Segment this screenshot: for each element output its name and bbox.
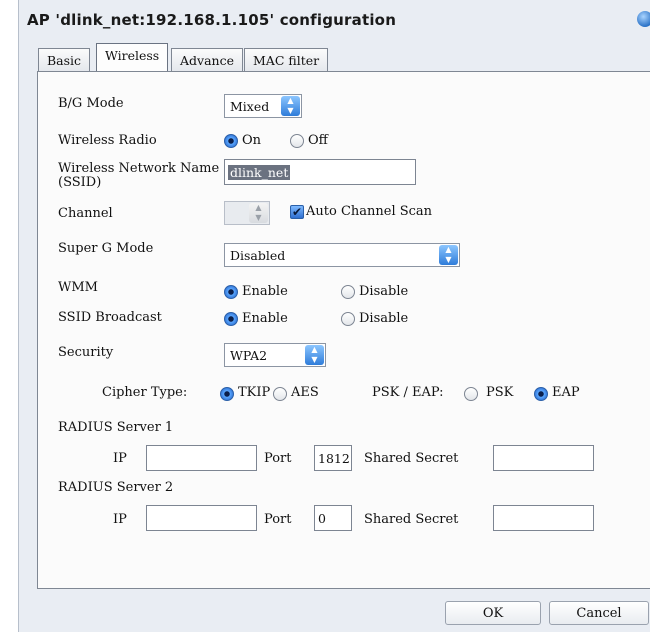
up-down-arrows-icon: ▲ ▼ xyxy=(439,245,458,265)
radius-2-shared-secret-label: Shared Secret xyxy=(364,512,459,527)
radio-off-button[interactable] xyxy=(290,134,304,148)
radius-server-2-label: RADIUS Server 2 xyxy=(58,480,174,495)
tab-basic[interactable]: Basic xyxy=(38,48,91,72)
psk-label: PSK xyxy=(486,385,514,400)
ssid-label-sub: (SSID) xyxy=(58,175,102,190)
channel-select[interactable]: ▲ ▼ xyxy=(224,201,270,225)
radius-1-port-label: Port xyxy=(264,451,292,466)
checkmark-icon: ✔ xyxy=(291,205,303,219)
wireless-panel: B/G Mode Mixed ▲ ▼ Wireless Radio On Off … xyxy=(37,71,650,589)
ssid-broadcast-enable-label: Enable xyxy=(242,311,288,326)
super-g-mode-select[interactable]: Disabled ▲ ▼ xyxy=(224,243,460,267)
ssid-broadcast-disable-label: Disable xyxy=(359,311,409,326)
security-label: Security xyxy=(58,345,114,360)
radius-2-shared-secret-input[interactable] xyxy=(493,505,594,531)
bg-mode-value: Mixed xyxy=(230,99,270,114)
cipher-aes-radio[interactable] xyxy=(273,387,287,401)
ssid-label: Wireless Network Name xyxy=(58,161,220,176)
radio-on-label: On xyxy=(242,133,262,148)
radius-2-ip-label: IP xyxy=(113,512,127,527)
radius-1-port-input[interactable]: 1812 xyxy=(314,445,352,471)
security-value: WPA2 xyxy=(230,348,268,363)
radio-off-label: Off xyxy=(308,133,328,148)
ssid-broadcast-disable-radio[interactable] xyxy=(341,312,355,326)
security-select[interactable]: WPA2 ▲ ▼ xyxy=(224,343,326,367)
wireless-radio-label: Wireless Radio xyxy=(58,133,157,148)
wmm-disable-label: Disable xyxy=(359,284,409,299)
ssid-broadcast-label: SSID Broadcast xyxy=(58,310,162,325)
bg-mode-label: B/G Mode xyxy=(58,96,124,111)
config-window: AP 'dlink_net:192.168.1.105' configurati… xyxy=(18,0,650,632)
super-g-mode-label: Super G Mode xyxy=(58,241,154,256)
globe-icon[interactable] xyxy=(637,11,650,27)
wmm-label: WMM xyxy=(58,280,98,295)
auto-channel-scan-checkbox[interactable]: ✔ xyxy=(290,205,304,219)
window-title: AP 'dlink_net:192.168.1.105' configurati… xyxy=(27,11,397,29)
radius-2-port-input[interactable]: 0 xyxy=(314,505,352,531)
tab-mac-filter[interactable]: MAC filter xyxy=(244,48,329,72)
radio-on-button[interactable] xyxy=(224,134,238,148)
ok-button[interactable]: OK xyxy=(445,601,541,625)
radius-2-ip-input[interactable] xyxy=(146,505,257,531)
up-down-arrows-icon: ▲ ▼ xyxy=(305,345,324,365)
up-down-arrows-icon: ▲ ▼ xyxy=(281,96,300,116)
radius-1-shared-secret-input[interactable] xyxy=(493,445,594,471)
eap-radio[interactable] xyxy=(534,387,548,401)
psk-eap-label: PSK / EAP: xyxy=(372,385,444,400)
radius-1-shared-secret-label: Shared Secret xyxy=(364,451,459,466)
cipher-aes-label: AES xyxy=(291,385,319,400)
cipher-type-label: Cipher Type: xyxy=(102,385,188,400)
up-down-arrows-icon: ▲ ▼ xyxy=(249,203,268,223)
tab-advance[interactable]: Advance xyxy=(171,48,243,72)
eap-label: EAP xyxy=(552,385,580,400)
radius-1-ip-input[interactable] xyxy=(146,445,257,471)
wmm-enable-label: Enable xyxy=(242,284,288,299)
wmm-disable-radio[interactable] xyxy=(341,285,355,299)
ssid-input[interactable]: dlink_net xyxy=(224,159,416,185)
title-bar: AP 'dlink_net:192.168.1.105' configurati… xyxy=(19,0,650,40)
radius-server-1-label: RADIUS Server 1 xyxy=(58,420,174,435)
auto-channel-scan-label: Auto Channel Scan xyxy=(306,204,433,219)
psk-radio[interactable] xyxy=(464,387,478,401)
ssid-value: dlink_net xyxy=(228,165,291,180)
radius-1-ip-label: IP xyxy=(113,451,127,466)
cancel-button[interactable]: Cancel xyxy=(549,601,649,625)
cipher-tkip-label: TKIP xyxy=(238,385,271,400)
cipher-tkip-radio[interactable] xyxy=(220,387,234,401)
channel-label: Channel xyxy=(58,206,113,221)
tab-wireless[interactable]: Wireless xyxy=(96,43,169,72)
bg-mode-select[interactable]: Mixed ▲ ▼ xyxy=(224,94,302,118)
radius-2-port-label: Port xyxy=(264,512,292,527)
wmm-enable-radio[interactable] xyxy=(224,285,238,299)
ssid-broadcast-enable-radio[interactable] xyxy=(224,312,238,326)
super-g-mode-value: Disabled xyxy=(230,248,286,263)
